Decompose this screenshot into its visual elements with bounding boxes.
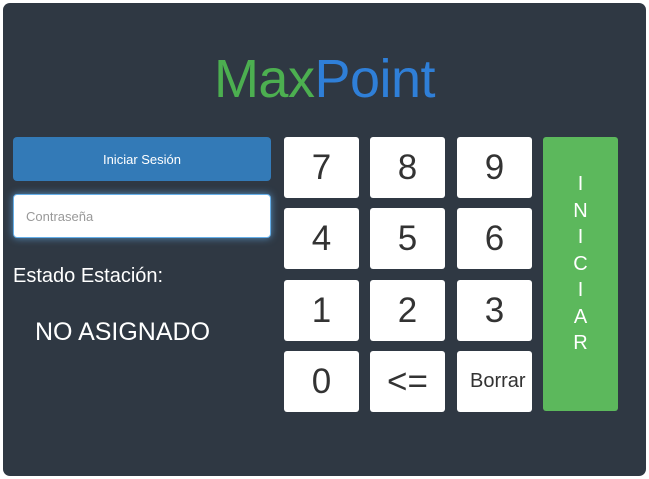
clear-button[interactable]: Borrar (457, 351, 532, 412)
keypad-key-1[interactable]: 1 (284, 280, 359, 341)
logo-max: Max (213, 49, 315, 109)
start-letter: C (573, 252, 588, 275)
start-letter: R (573, 332, 588, 354)
station-status-label: Estado Estación: (13, 265, 164, 287)
keypad-key-4[interactable]: 4 (284, 208, 359, 269)
login-button[interactable]: Iniciar Sesión (13, 137, 271, 181)
keypad-key-8[interactable]: 8 (370, 137, 445, 198)
start-letter: A (573, 305, 588, 328)
keypad-key-2[interactable]: 2 (370, 280, 445, 341)
start-letter: I (577, 279, 584, 301)
keypad-key-9[interactable]: 9 (457, 137, 532, 198)
keypad-key-3[interactable]: 3 (457, 280, 532, 341)
start-letter: N (573, 199, 588, 222)
start-button-label: I N I C I A R (543, 171, 618, 357)
keypad-key-5[interactable]: 5 (370, 208, 445, 269)
keypad-key-0[interactable]: 0 (284, 351, 359, 412)
logo-point: Point (314, 49, 436, 109)
keypad-key-7[interactable]: 7 (284, 137, 359, 198)
keypad-key-6[interactable]: 6 (457, 208, 532, 269)
start-button[interactable]: I N I C I A R (543, 137, 618, 411)
station-status-value: NO ASIGNADO (35, 318, 211, 346)
password-field[interactable] (13, 194, 271, 238)
backspace-button[interactable]: <= (370, 351, 445, 412)
app-logo: MaxPoint (0, 48, 649, 110)
start-letter: I (577, 173, 584, 195)
start-letter: I (577, 226, 584, 248)
